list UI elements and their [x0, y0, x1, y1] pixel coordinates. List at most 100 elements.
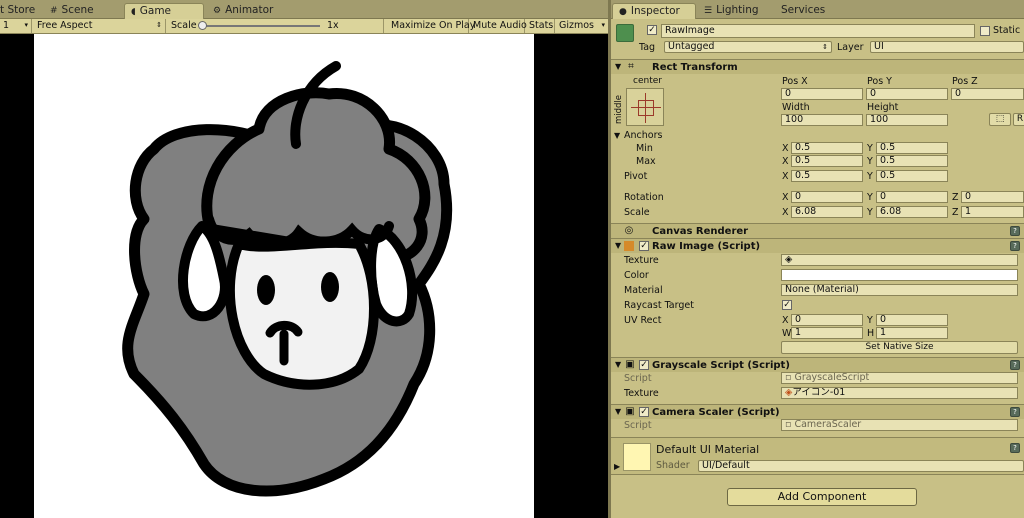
- camera-scaler-header[interactable]: ▼ ▣ ✓ Camera Scaler (Script) ?: [611, 404, 1024, 419]
- max-label: Max: [636, 156, 656, 167]
- tab-game[interactable]: ◖ Game: [124, 3, 204, 19]
- color-label: Color: [624, 270, 649, 281]
- uv-y-field[interactable]: 0: [876, 314, 948, 326]
- gizmos-dropdown[interactable]: Gizmos ▾: [556, 19, 608, 33]
- camera-scaler-script-label: Script: [624, 420, 652, 431]
- max-y-value: 0.5: [880, 155, 896, 166]
- color-field[interactable]: [781, 269, 1018, 281]
- scale-label: Scale: [171, 20, 197, 31]
- scale-x-field[interactable]: 6.08: [791, 206, 863, 218]
- tag-value: Untagged: [668, 41, 715, 52]
- set-native-size-button[interactable]: Set Native Size: [781, 341, 1018, 354]
- tab-inspector[interactable]: ● Inspector: [612, 3, 696, 19]
- tab-services[interactable]: Services: [775, 3, 831, 19]
- mute-label: Mute Audio: [473, 20, 527, 31]
- pivot-y-field[interactable]: 0.5: [876, 170, 948, 182]
- layer-dropdown[interactable]: UI: [870, 41, 1024, 53]
- active-checkbox[interactable]: ✓: [647, 25, 657, 35]
- camera-scaler-enabled-checkbox[interactable]: ✓: [639, 407, 649, 417]
- display-dropdown[interactable]: 1 ▾: [0, 19, 32, 33]
- maximize-on-play-toggle[interactable]: Maximize On Play: [388, 19, 475, 33]
- width-field[interactable]: 100: [781, 114, 863, 126]
- uv-h-field[interactable]: 1: [876, 327, 948, 339]
- game-toolbar: 1 ▾ Free Aspect ⇕ Scale 1x Maximize On Play…: [0, 19, 608, 34]
- rot-y-value: 0: [880, 191, 887, 202]
- max-y-field[interactable]: 0.5: [876, 155, 948, 167]
- grayscale-texture-field[interactable]: ◈アイコン-01: [781, 387, 1018, 399]
- stats-toggle[interactable]: Stats: [526, 19, 555, 33]
- posy-field[interactable]: 0: [866, 88, 948, 100]
- static-checkbox[interactable]: [980, 26, 990, 36]
- posx-value: 0: [785, 88, 792, 99]
- lighting-icon: ☰: [704, 6, 713, 16]
- canvas-renderer-header[interactable]: ◎ Canvas Renderer ?: [611, 223, 1024, 238]
- scale-slider-track[interactable]: [205, 25, 320, 27]
- height-field[interactable]: 100: [866, 114, 948, 126]
- grayscale-enabled-checkbox[interactable]: ✓: [639, 360, 649, 370]
- tab-services-label: Services: [781, 4, 826, 16]
- rot-y-field[interactable]: 0: [876, 191, 948, 203]
- uv-w-field[interactable]: 1: [791, 327, 863, 339]
- object-name-field[interactable]: RawImage: [661, 24, 975, 38]
- min-x-field[interactable]: 0.5: [791, 142, 863, 154]
- canvas-renderer-title: Canvas Renderer: [652, 226, 749, 237]
- game-view[interactable]: [0, 34, 608, 518]
- rotation-label: Rotation: [624, 192, 664, 203]
- foldout-arrow-icon[interactable]: ▼: [615, 62, 621, 71]
- anchor-presets-button[interactable]: [626, 88, 664, 126]
- mute-audio-toggle[interactable]: Mute Audio: [470, 19, 527, 33]
- shader-dropdown[interactable]: UI/Default: [698, 460, 1024, 472]
- material-field[interactable]: None (Material): [781, 284, 1018, 296]
- aspect-dropdown[interactable]: Free Aspect ⇕: [34, 19, 166, 33]
- blueprint-mode-button[interactable]: ⬚: [989, 113, 1011, 126]
- sheep-face: [224, 237, 379, 390]
- layer-value: UI: [874, 41, 884, 52]
- max-x-field[interactable]: 0.5: [791, 155, 863, 167]
- scale-x-value: 6.08: [795, 206, 817, 217]
- help-gear-icon[interactable]: ?: [1010, 443, 1020, 453]
- tab-scene-label: Scene: [61, 4, 94, 16]
- pivot-x-field[interactable]: 0.5: [791, 170, 863, 182]
- help-gear-icon[interactable]: ?: [1010, 407, 1020, 417]
- grayscale-script-header[interactable]: ▼ ▣ ✓ Grayscale Script (Script) ?: [611, 357, 1024, 372]
- foldout-arrow-icon[interactable]: ▼: [615, 360, 621, 369]
- tab-scene[interactable]: # Scene: [44, 3, 100, 19]
- scale-z-field[interactable]: 1: [961, 206, 1024, 218]
- min-x-value: 0.5: [795, 142, 811, 153]
- foldout-arrow-icon[interactable]: ▶: [614, 460, 620, 473]
- scale-y-field[interactable]: 6.08: [876, 206, 948, 218]
- add-component-button[interactable]: Add Component: [727, 488, 917, 506]
- anchors-foldout-icon[interactable]: ▼: [614, 129, 620, 142]
- scale-slider-handle[interactable]: [198, 21, 207, 30]
- pivot-label: Pivot: [624, 171, 648, 182]
- tab-inspector-label: Inspector: [630, 5, 680, 17]
- anchor-rect: [638, 100, 654, 116]
- texture-field[interactable]: ◈: [781, 254, 1018, 266]
- foldout-arrow-icon[interactable]: ▼: [615, 407, 621, 416]
- raw-edit-button[interactable]: R: [1013, 113, 1024, 126]
- rect-transform-header[interactable]: ▼ ⌗ Rect Transform: [611, 59, 1024, 74]
- help-gear-icon[interactable]: ?: [1010, 360, 1020, 370]
- rot-x-field[interactable]: 0: [791, 191, 863, 203]
- tab-animator[interactable]: ⚙ Animator: [207, 3, 279, 19]
- rot-x-value: 0: [795, 191, 802, 202]
- uv-x-value: 0: [795, 314, 802, 325]
- uvrect-label: UV Rect: [624, 315, 662, 326]
- tab-animator-label: Animator: [225, 4, 274, 16]
- raw-image-header[interactable]: ▼ ✓ Raw Image (Script) ?: [611, 238, 1024, 253]
- rot-z-field[interactable]: 0: [961, 191, 1024, 203]
- raw-edit-label: R: [1016, 114, 1024, 124]
- help-gear-icon[interactable]: ?: [1010, 226, 1020, 236]
- posz-field[interactable]: 0: [951, 88, 1024, 100]
- raw-image-enabled-checkbox[interactable]: ✓: [639, 241, 649, 251]
- posx-field[interactable]: 0: [781, 88, 863, 100]
- tab-lighting[interactable]: ☰ Lighting: [698, 3, 765, 19]
- raycast-checkbox[interactable]: ✓: [782, 300, 792, 310]
- tag-dropdown[interactable]: Untagged ⇕: [664, 41, 832, 53]
- tab-asset-store[interactable]: t Store: [0, 3, 41, 19]
- uv-x-field[interactable]: 0: [791, 314, 863, 326]
- foldout-arrow-icon[interactable]: ▼: [615, 241, 621, 250]
- min-y-field[interactable]: 0.5: [876, 142, 948, 154]
- pivot-x-axis: X: [782, 171, 789, 182]
- help-gear-icon[interactable]: ?: [1010, 241, 1020, 251]
